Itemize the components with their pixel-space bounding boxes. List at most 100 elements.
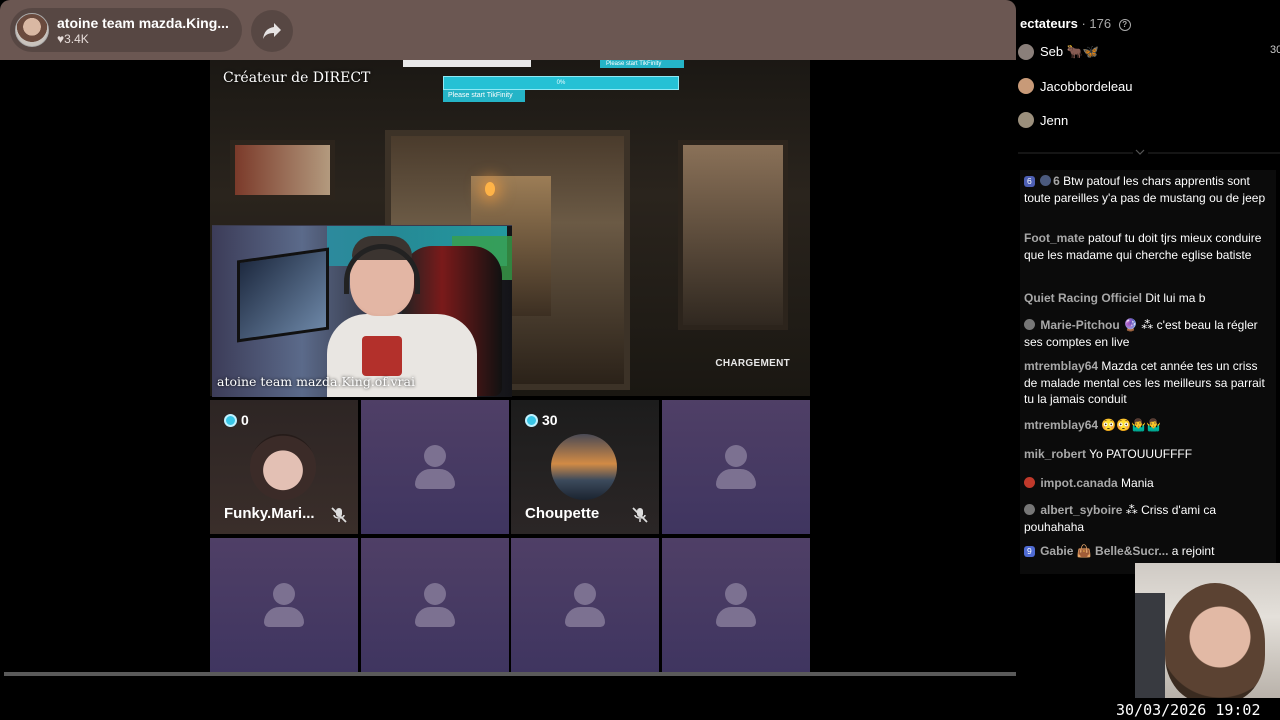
level-badge: 9 — [1024, 546, 1035, 557]
chat-message: 6 6 Btw patouf les chars apprentis sont … — [1024, 173, 1274, 206]
streamer-name[interactable]: atoine team mazda.King... — [57, 15, 229, 31]
guest-avatar[interactable] — [250, 434, 316, 500]
chat-message: 9 Gabie 👜 Belle&Sucr... a rejoint — [1024, 543, 1274, 560]
viewer-score: 30 — [1270, 44, 1280, 56]
share-arrow-icon — [263, 23, 281, 39]
viewer-item[interactable]: Seb 🐂🦋 — [1018, 44, 1099, 60]
chat-panel: 6 6 Btw patouf les chars apprentis sont … — [1020, 170, 1276, 574]
chat-message: albert_syboire ⁂ Criss d'ami ca pouhahah… — [1024, 502, 1274, 535]
person-placeholder-icon — [264, 583, 304, 627]
chat-username[interactable]: Gabie 👜 Belle&Sucr... — [1040, 544, 1168, 558]
empty-guest-slot[interactable] — [210, 538, 358, 672]
chat-text: Yo PATOUUUFFFF — [1089, 447, 1193, 461]
chat-text: Dit lui ma b — [1145, 291, 1206, 305]
chat-message: impot.canada Mania — [1024, 475, 1274, 492]
person-placeholder-icon — [415, 445, 455, 489]
chat-username[interactable]: mtremblay64 — [1024, 418, 1098, 432]
empty-guest-slot[interactable] — [361, 538, 509, 672]
mic-off-icon — [331, 507, 347, 523]
guest-tile[interactable]: 0 Funky.Mari... — [210, 400, 358, 534]
chat-text: Btw patouf les chars apprentis sont tout… — [1024, 174, 1266, 205]
stream-progress-line[interactable] — [4, 672, 1016, 676]
game-scene-left-room — [230, 140, 335, 200]
viewers-title: ectateurs — [1020, 16, 1078, 31]
viewers-header: ectateurs · 176 ? — [1020, 16, 1131, 31]
chat-badges: ⁂ — [1125, 503, 1138, 517]
streamer-avatar[interactable] — [15, 13, 49, 47]
viewer-name: Seb 🐂🦋 — [1040, 44, 1100, 59]
guest-avatar[interactable] — [551, 434, 617, 500]
streamer-webcam: atoine team mazda.King.of.vrai — [212, 225, 512, 397]
live-stream-screen: atoine team mazda.King... ♥3.4K Please s… — [0, 0, 1280, 720]
chat-message: mik_robert Yo PATOUUUFFFF — [1024, 446, 1274, 463]
pip-background-object — [1135, 593, 1165, 698]
overlay-strip-cyan: Please start TikFinity — [600, 60, 684, 68]
share-button[interactable] — [251, 10, 293, 52]
webcam-name-label: atoine team mazda.King.of.vrai — [217, 374, 415, 389]
chat-message: mtremblay64 😳😳🤷‍♂️🤷‍♂️ — [1024, 417, 1274, 434]
chat-username[interactable]: Quiet Racing Officiel — [1024, 291, 1142, 305]
viewer-avatar — [1018, 112, 1034, 128]
chat-text: Mania — [1121, 476, 1154, 490]
empty-guest-slot[interactable] — [361, 400, 509, 534]
person-placeholder-icon — [565, 583, 605, 627]
chat-message: Marie-Pitchou 🔮 ⁂ c'est beau la régler s… — [1024, 317, 1274, 350]
chat-message: mtremblay64 Mazda cet année tes un criss… — [1024, 358, 1274, 408]
streamer-likes: ♥3.4K — [57, 32, 89, 46]
level-badge: 6 — [1024, 176, 1035, 187]
fan-badge-icon — [1024, 504, 1035, 515]
chat-message: Foot_mate patouf tu doit tjrs mieux cond… — [1024, 230, 1274, 263]
overlay-strip-white — [403, 60, 531, 67]
chat-badges: 🔮 ⁂ — [1123, 318, 1154, 332]
empty-guest-slot[interactable] — [662, 538, 810, 672]
streamer-profile-chip[interactable]: atoine team mazda.King... ♥3.4K — [10, 8, 242, 52]
viewer-avatar — [1018, 44, 1034, 60]
guest-tile[interactable]: 30 Choupette — [511, 400, 659, 534]
webcam-monitor — [237, 247, 329, 343]
chat-username[interactable]: impot.canada — [1040, 476, 1117, 490]
chat-badge-number: 6 — [1053, 174, 1060, 188]
chat-username[interactable]: Marie-Pitchou — [1040, 318, 1119, 332]
person-placeholder-icon — [716, 445, 756, 489]
info-icon[interactable]: ? — [1118, 18, 1131, 31]
viewer-name: Jacobbordeleau — [1040, 78, 1133, 94]
coin-icon — [525, 413, 538, 427]
viewer-item[interactable]: Jenn — [1018, 112, 1068, 128]
team-badge-icon — [1040, 175, 1052, 186]
person-placeholder-icon — [716, 583, 756, 627]
chat-username[interactable]: Foot_mate — [1024, 231, 1085, 245]
empty-guest-slot[interactable] — [511, 538, 659, 672]
game-scene-right-room — [678, 140, 788, 330]
chat-text: a rejoint — [1171, 544, 1215, 558]
guest-coins: 0 — [224, 412, 249, 428]
chat-text: 😳😳🤷‍♂️🤷‍♂️ — [1101, 418, 1162, 432]
fan-badge-icon — [1024, 319, 1035, 330]
likes-count: 3.4K — [64, 32, 89, 46]
chat-message: Quiet Racing Officiel Dit lui ma b — [1024, 290, 1274, 307]
guest-name[interactable]: Funky.Mari... — [224, 505, 315, 522]
chat-username[interactable]: mik_robert — [1024, 447, 1086, 461]
coin-icon — [224, 413, 237, 427]
viewer-avatar — [1018, 78, 1034, 94]
chat-username[interactable]: mtremblay64 — [1024, 359, 1098, 373]
overlay-progress-tag: Please start TikFinity — [443, 90, 525, 102]
stream-header: atoine team mazda.King... ♥3.4K — [0, 0, 1016, 60]
guest-name[interactable]: Choupette — [525, 505, 599, 522]
timestamp: 30/03/2026 19:02 — [1116, 701, 1261, 719]
chat-username[interactable]: albert_syboire — [1040, 503, 1122, 517]
viewers-count: · 176 — [1081, 16, 1112, 31]
viewer-item[interactable]: Jacobbordeleau — [1018, 78, 1133, 94]
guest-coins: 30 — [525, 412, 558, 428]
loading-label: CHARGEMENT — [715, 358, 790, 369]
pip-person — [1165, 583, 1265, 698]
mic-off-icon — [632, 507, 648, 523]
chevron-down-icon[interactable] — [1018, 148, 1280, 158]
heart-badge-icon — [1024, 477, 1035, 488]
creator-label: Créateur de DIRECT — [223, 70, 371, 86]
game-scene-lamp — [485, 182, 495, 196]
empty-guest-slot[interactable] — [662, 400, 810, 534]
person-placeholder-icon — [415, 583, 455, 627]
viewer-name: Jenn — [1040, 112, 1069, 128]
webcam-shirt-print — [362, 336, 402, 376]
pip-webcam — [1135, 563, 1280, 698]
